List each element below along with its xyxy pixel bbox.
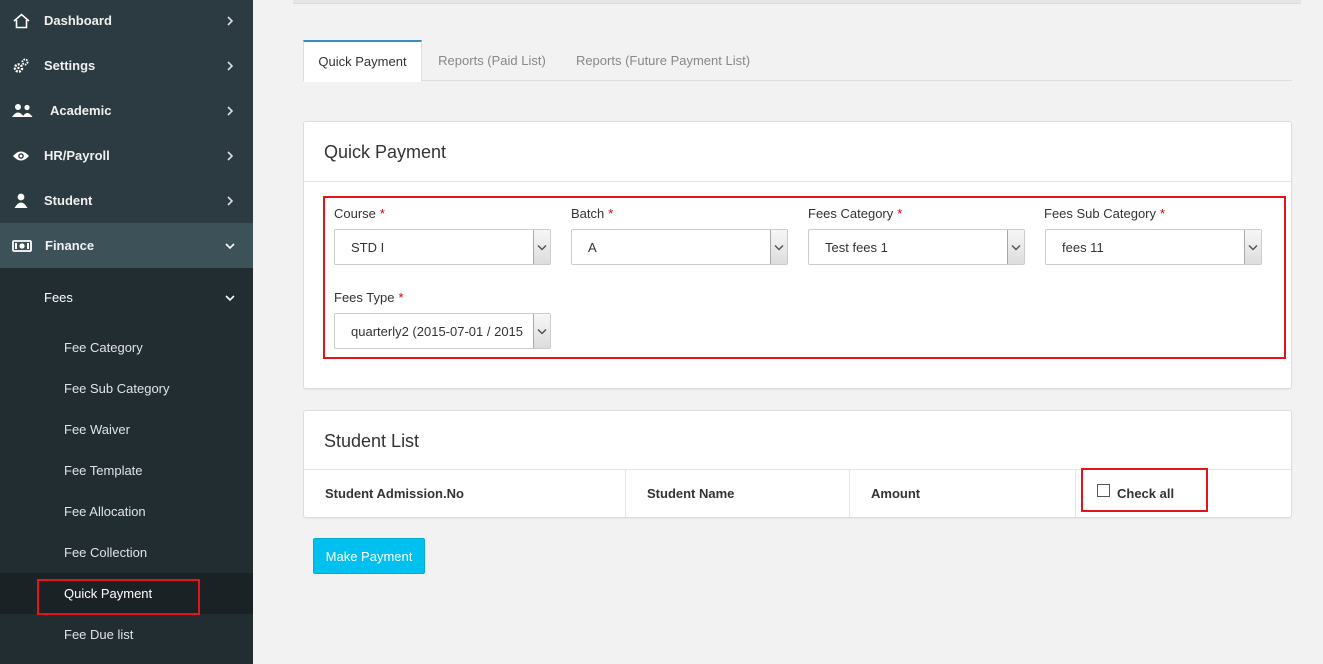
sidebar-subitem-label: Fee Collection xyxy=(64,545,148,560)
fees-type-select-value: quarterly2 (2015-07-01 / 2015 xyxy=(351,323,523,339)
home-icon xyxy=(12,12,30,30)
sidebar-subitem-quick-payment[interactable]: Quick Payment xyxy=(0,573,253,614)
chevron-down-icon xyxy=(224,292,236,304)
user-icon xyxy=(12,192,30,210)
gears-icon xyxy=(12,57,30,75)
fees-category-label: Fees Category * xyxy=(808,206,902,221)
chevron-right-icon xyxy=(224,150,236,162)
sidebar-item-label: Student xyxy=(44,193,93,208)
fees-type-label: Fees Type * xyxy=(334,290,404,305)
batch-select[interactable]: A xyxy=(571,229,788,265)
tab-label: Reports (Future Payment List) xyxy=(575,53,751,68)
chevron-right-icon xyxy=(224,105,236,117)
tab-reports-paid-list[interactable]: Reports (Paid List) xyxy=(423,40,561,81)
sidebar-item-label: Academic xyxy=(50,103,112,118)
sidebar-subitem-fee-sub-category[interactable]: Fee Sub Category xyxy=(0,368,253,409)
sidebar-item-student[interactable]: Student xyxy=(0,178,253,223)
course-select-value: STD I xyxy=(351,239,385,255)
sidebar-item-finance[interactable]: Finance xyxy=(0,223,253,268)
users-icon xyxy=(11,102,35,120)
tab-reports-future-payment-list[interactable]: Reports (Future Payment List) xyxy=(563,40,763,81)
sidebar-item-hr-payroll[interactable]: HR/Payroll xyxy=(0,133,253,178)
check-all-checkbox[interactable] xyxy=(1097,484,1110,497)
make-payment-label: Make Payment xyxy=(325,548,413,564)
sidebar-subitem-fee-category[interactable]: Fee Category xyxy=(0,327,253,368)
panel-title: Quick Payment xyxy=(324,142,447,162)
tab-label: Reports (Paid List) xyxy=(438,53,546,68)
sidebar-item-fees[interactable]: Fees xyxy=(0,275,253,320)
sidebar-subitem-label: Fee Allocation xyxy=(64,504,146,519)
column-header-check-all: Check all xyxy=(1076,470,1291,517)
top-bar xyxy=(293,0,1301,4)
sidebar: Dashboard Settings Academic HR/Payroll S… xyxy=(0,0,253,664)
sidebar-subitem-fee-collection[interactable]: Fee Collection xyxy=(0,532,253,573)
fees-type-label-text: Fees Type xyxy=(334,290,395,305)
eye-icon xyxy=(12,147,30,165)
batch-select-value: A xyxy=(588,239,597,255)
chevron-right-icon xyxy=(224,15,236,27)
course-select[interactable]: STD I xyxy=(334,229,551,265)
sidebar-subitem-label: Fee Waiver xyxy=(64,422,130,437)
check-all-label: Check all xyxy=(1117,486,1175,501)
tab-label: Quick Payment xyxy=(318,54,407,69)
fees-category-select[interactable]: Test fees 1 xyxy=(808,229,1025,265)
batch-label: Batch * xyxy=(571,206,613,221)
quick-payment-panel: Quick Payment Course * STD I Batch * A Fee… xyxy=(303,121,1292,389)
required-marker: * xyxy=(897,206,903,221)
money-icon xyxy=(12,237,32,255)
fees-category-label-text: Fees Category xyxy=(808,206,894,221)
required-marker: * xyxy=(608,206,614,221)
tab-quick-payment[interactable]: Quick Payment xyxy=(303,40,422,82)
required-marker: * xyxy=(379,206,385,221)
sidebar-item-dashboard[interactable]: Dashboard xyxy=(0,0,253,43)
table-header-row: Student Admission.No Student Name Amount… xyxy=(304,469,1291,517)
sidebar-subitem-fee-waiver[interactable]: Fee Waiver xyxy=(0,409,253,450)
make-payment-button[interactable]: Make Payment xyxy=(313,538,425,574)
chevron-right-icon xyxy=(224,60,236,72)
student-list-panel: Student List Student Admission.No Studen… xyxy=(303,410,1292,518)
course-label: Course * xyxy=(334,206,385,221)
chevron-down-icon xyxy=(533,314,550,348)
divider xyxy=(304,181,1291,182)
sidebar-subitem-label: Fee Due list xyxy=(64,627,134,642)
fees-sub-category-label-text: Fees Sub Category xyxy=(1044,206,1157,221)
required-marker: * xyxy=(398,290,404,305)
chevron-down-icon xyxy=(533,230,550,264)
sidebar-item-label: Dashboard xyxy=(44,13,112,28)
sidebar-subitem-label: Quick Payment xyxy=(64,586,153,601)
chevron-right-icon xyxy=(224,195,236,207)
sidebar-item-label: Finance xyxy=(45,238,95,253)
fees-sub-category-select[interactable]: fees 11 xyxy=(1045,229,1262,265)
course-label-text: Course xyxy=(334,206,376,221)
chevron-down-icon xyxy=(224,240,236,252)
chevron-down-icon xyxy=(770,230,787,264)
sidebar-subitem-fee-allocation[interactable]: Fee Allocation xyxy=(0,491,253,532)
fees-sub-category-label: Fees Sub Category * xyxy=(1044,206,1165,221)
column-header-admission-no: Student Admission.No xyxy=(304,470,626,517)
column-header-amount: Amount xyxy=(850,470,1076,517)
sidebar-item-academic[interactable]: Academic xyxy=(0,88,253,133)
sidebar-subitem-label: Fee Sub Category xyxy=(64,381,170,396)
panel-title: Student List xyxy=(324,431,420,451)
sidebar-item-settings[interactable]: Settings xyxy=(0,43,253,88)
sidebar-subitem-fee-template[interactable]: Fee Template xyxy=(0,450,253,491)
tab-bar: Quick Payment Reports (Paid List) Report… xyxy=(303,40,1292,82)
sidebar-item-label: HR/Payroll xyxy=(44,148,110,163)
fees-sub-category-select-value: fees 11 xyxy=(1062,239,1104,255)
chevron-down-icon xyxy=(1007,230,1024,264)
fees-category-select-value: Test fees 1 xyxy=(825,239,888,255)
column-header-student-name: Student Name xyxy=(626,470,850,517)
fees-type-select[interactable]: quarterly2 (2015-07-01 / 2015 xyxy=(334,313,551,349)
sidebar-subitem-fee-due-list[interactable]: Fee Due list xyxy=(0,614,253,655)
sidebar-subitem-label: Fee Category xyxy=(64,340,143,355)
required-marker: * xyxy=(1160,206,1166,221)
chevron-down-icon xyxy=(1244,230,1261,264)
batch-label-text: Batch xyxy=(571,206,605,221)
sidebar-item-label: Settings xyxy=(44,58,96,73)
sidebar-subitem-label: Fee Template xyxy=(64,463,143,478)
sidebar-item-label: Fees xyxy=(44,290,73,305)
